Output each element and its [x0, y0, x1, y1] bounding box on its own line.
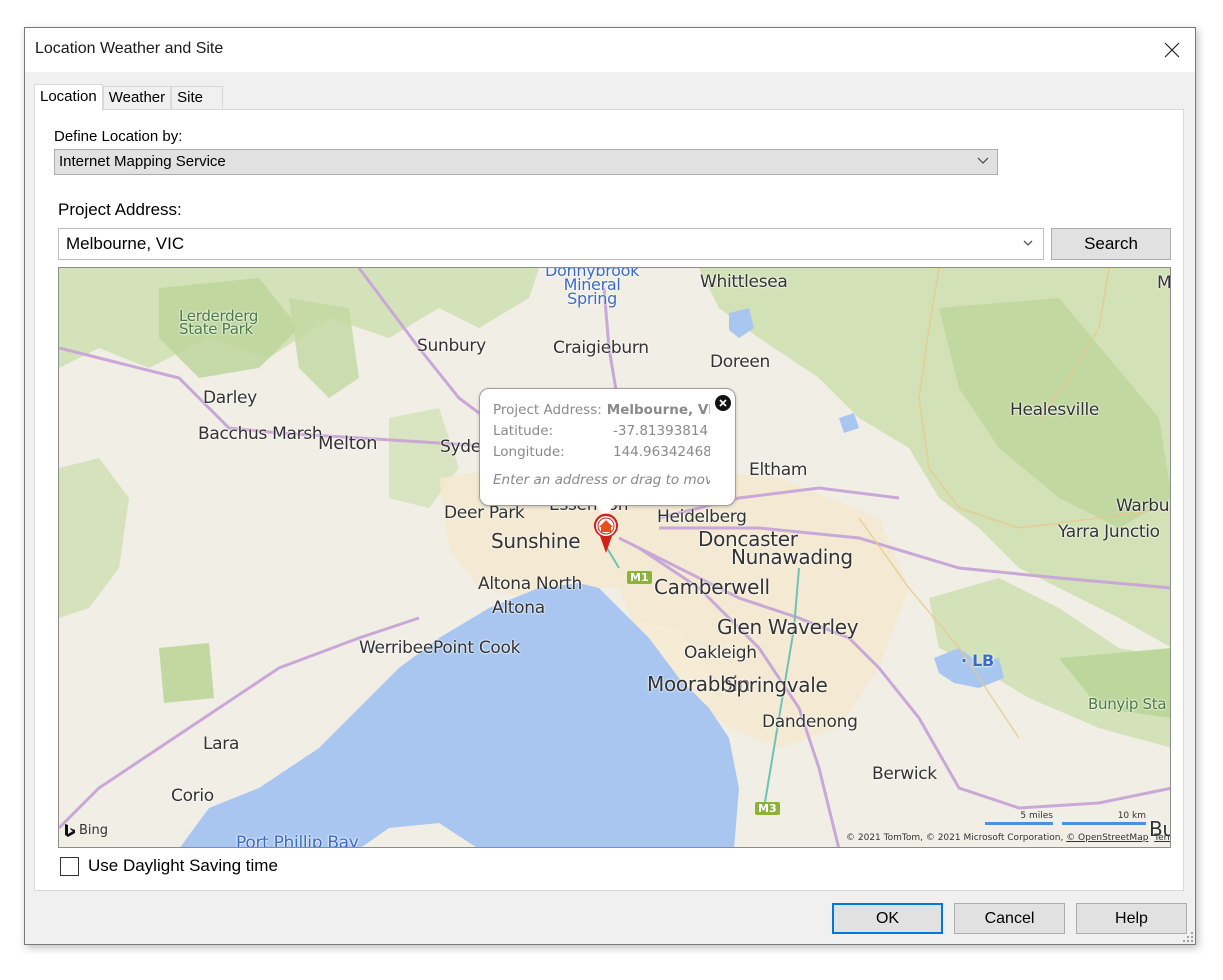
- map-label-donnybrook: Donnybrook Mineral Spring: [545, 267, 640, 308]
- map-label-sydenham: Syde: [440, 437, 481, 457]
- location-popup: Project Address: Melbourne, VIC Latitude…: [479, 388, 736, 517]
- map-label-altona-north: Altona North: [478, 574, 582, 594]
- popup-close-button[interactable]: [715, 395, 731, 411]
- daylight-saving-option[interactable]: Use Daylight Saving time: [60, 856, 278, 876]
- map-label-berwick: Berwick: [872, 764, 937, 784]
- scale-bar-km: [1062, 822, 1146, 825]
- map-label-sunshine: Sunshine: [491, 529, 581, 553]
- map-label-lara: Lara: [203, 734, 240, 754]
- daylight-saving-checkbox[interactable]: [60, 856, 79, 876]
- map-label-lerderderg: Lerderderg State Park: [179, 307, 259, 338]
- map-label-springvale: Springvale: [724, 673, 828, 697]
- project-address-input[interactable]: Melbourne, VIC: [58, 228, 1044, 260]
- map-copyright: © 2021 TomTom, © 2021 Microsoft Corporat…: [846, 833, 1170, 843]
- scale-km: 10 km: [1062, 811, 1146, 825]
- map-label-deer-park: Deer Park: [444, 503, 525, 523]
- popup-address-value: Melbourne, VIC: [606, 402, 710, 418]
- help-button[interactable]: Help: [1076, 903, 1187, 934]
- terms-link[interactable]: Terms: [1154, 833, 1170, 843]
- map-label-dandenong: Dandenong: [762, 712, 858, 732]
- map-label-altona: Altona: [492, 598, 545, 618]
- map-label-darley: Darley: [203, 388, 257, 408]
- map-label-camberwell: Camberwell: [654, 575, 770, 599]
- search-button[interactable]: Search: [1051, 228, 1171, 260]
- popup-latitude-row: Latitude: -37.81393814: [493, 423, 710, 444]
- chevron-down-icon[interactable]: [1022, 240, 1034, 248]
- map-label-eltham: Eltham: [749, 460, 808, 480]
- map-label-corio: Corio: [171, 786, 214, 806]
- bing-icon: [65, 823, 75, 837]
- map-label-werribee: Werribee: [359, 638, 433, 658]
- dialog-title: Location Weather and Site: [35, 40, 224, 57]
- cancel-button[interactable]: Cancel: [954, 903, 1065, 934]
- popup-latitude-value: -37.81393814: [613, 423, 709, 439]
- map-label-warburton: Warbu: [1116, 496, 1170, 516]
- map-label-doreen: Doreen: [710, 352, 770, 372]
- tab-weather[interactable]: Weather: [102, 86, 172, 110]
- popup-body: Project Address: Melbourne, VIC Latitude…: [493, 402, 710, 488]
- daylight-saving-label: Use Daylight Saving time: [88, 856, 278, 875]
- define-location-label: Define Location by:: [54, 128, 183, 145]
- ok-button[interactable]: OK: [832, 903, 943, 934]
- popup-longitude-label: Longitude:: [493, 444, 565, 460]
- location-tab-panel: Define Location by: Internet Mapping Ser…: [34, 109, 1184, 891]
- title-bar: Location Weather and Site: [25, 28, 1195, 72]
- freeway-shield-m3: M3: [755, 802, 780, 815]
- map-label-craigieburn: Craigieburn: [553, 338, 649, 358]
- tab-location[interactable]: Location: [34, 84, 103, 111]
- freeway-shield-m1: M1: [627, 571, 652, 584]
- popup-latitude-label: Latitude:: [493, 423, 554, 439]
- map-label-bacchus-marsh: Bacchus Marsh: [198, 424, 323, 444]
- openstreetmap-link[interactable]: © OpenStreetMap: [1066, 833, 1148, 843]
- map-label-bunyip: Bunyip Sta: [1088, 695, 1167, 713]
- close-icon: [1164, 42, 1180, 58]
- map-label-whittlesea: Whittlesea: [700, 272, 788, 292]
- map-label-nunawading: Nunawading: [731, 545, 853, 569]
- map-label-melton: Melton: [318, 433, 378, 454]
- resize-grip-icon[interactable]: [1183, 932, 1193, 942]
- dialog-window: Location Weather and Site Location Weath…: [24, 27, 1196, 945]
- map-label-m: M: [1157, 273, 1171, 293]
- bing-logo: Bing: [64, 823, 108, 838]
- define-location-select[interactable]: Internet Mapping Service: [54, 149, 998, 175]
- popup-longitude-value: 144.96342468: [613, 444, 710, 460]
- map-view[interactable]: Lerderderg State Park Donnybrook Mineral…: [58, 267, 1171, 848]
- map-label-lb: · LB: [961, 651, 994, 670]
- map-label-yarra-junction: Yarra Junctio: [1058, 522, 1160, 542]
- map-label-healesville: Healesville: [1010, 400, 1100, 420]
- tab-site[interactable]: Site: [171, 86, 224, 110]
- popup-longitude-row: Longitude: 144.96342468: [493, 444, 710, 465]
- map-label-glen-waverley: Glen Waverley: [717, 615, 859, 639]
- popup-address-label: Project Address:: [493, 402, 602, 418]
- popup-hint: Enter an address or drag to move the pin: [493, 472, 710, 488]
- map-label-port-phillip-bay: Port Phillip Bay: [236, 833, 359, 848]
- scale-miles: 5 miles: [985, 811, 1053, 825]
- home-pin-icon[interactable]: [591, 512, 621, 554]
- project-address-label: Project Address:: [58, 200, 182, 219]
- chevron-down-icon: [977, 157, 989, 164]
- map-label-oakleigh: Oakleigh: [684, 643, 757, 663]
- map-label-sunbury: Sunbury: [417, 336, 486, 356]
- close-icon: [719, 399, 727, 407]
- map-label-point-cook: Point Cook: [433, 638, 521, 658]
- project-address-value: Melbourne, VIC: [66, 234, 185, 253]
- define-location-value: Internet Mapping Service: [59, 153, 226, 170]
- scale-bar-miles: [985, 822, 1053, 825]
- tab-strip: Location Weather Site: [34, 84, 224, 111]
- popup-address-row: Project Address: Melbourne, VIC: [493, 402, 710, 423]
- map-label-heidelberg: Heidelberg: [657, 507, 747, 527]
- close-button[interactable]: [1149, 28, 1195, 72]
